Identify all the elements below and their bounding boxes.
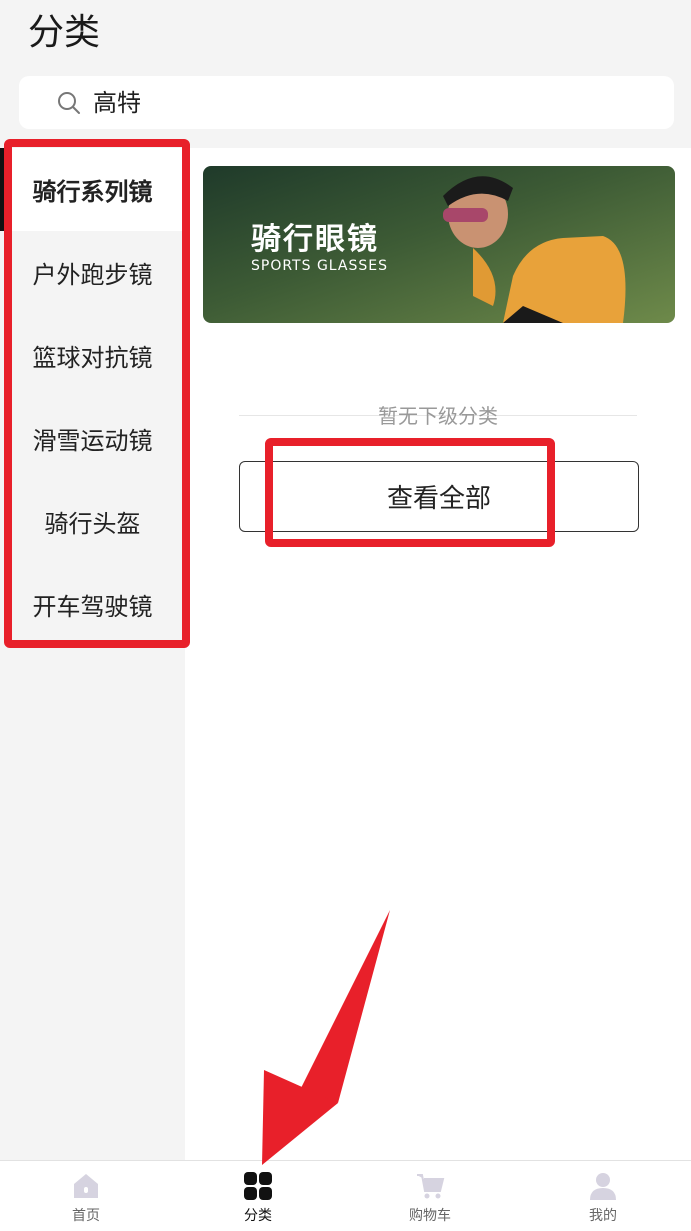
category-content: 骑行眼镜 SPORTS GLASSES 暂无下级分类 查看全部 bbox=[185, 148, 691, 1160]
banner-subtitle: SPORTS GLASSES bbox=[251, 258, 388, 274]
header: 分类 高特 bbox=[0, 0, 691, 148]
tab-label: 首页 bbox=[72, 1208, 100, 1224]
search-input[interactable]: 高特 bbox=[93, 86, 141, 120]
tab-label: 分类 bbox=[244, 1208, 272, 1224]
tab-category[interactable]: 分类 bbox=[172, 1161, 344, 1231]
banner-title: 骑行眼镜 bbox=[251, 222, 379, 257]
bottom-tab-bar: 首页 分类 购物车 我的 bbox=[0, 1160, 691, 1231]
tab-cart[interactable]: 购物车 bbox=[344, 1161, 516, 1231]
annotation-box-sidebar bbox=[4, 139, 190, 648]
tab-label: 我的 bbox=[589, 1208, 617, 1224]
tab-profile[interactable]: 我的 bbox=[517, 1161, 689, 1231]
tab-home[interactable]: 首页 bbox=[0, 1161, 172, 1231]
tab-label: 购物车 bbox=[409, 1208, 451, 1224]
user-icon bbox=[590, 1173, 616, 1200]
annotation-box-view-all bbox=[265, 438, 555, 547]
empty-subcategory-text: 暂无下级分类 bbox=[378, 404, 498, 428]
home-icon bbox=[74, 1174, 98, 1198]
category-icon bbox=[244, 1172, 272, 1200]
category-banner[interactable]: 骑行眼镜 SPORTS GLASSES bbox=[203, 166, 675, 323]
page-title: 分类 bbox=[28, 12, 101, 53]
search-icon bbox=[58, 92, 80, 114]
search-bar[interactable]: 高特 bbox=[19, 76, 674, 129]
cart-icon bbox=[417, 1174, 445, 1199]
